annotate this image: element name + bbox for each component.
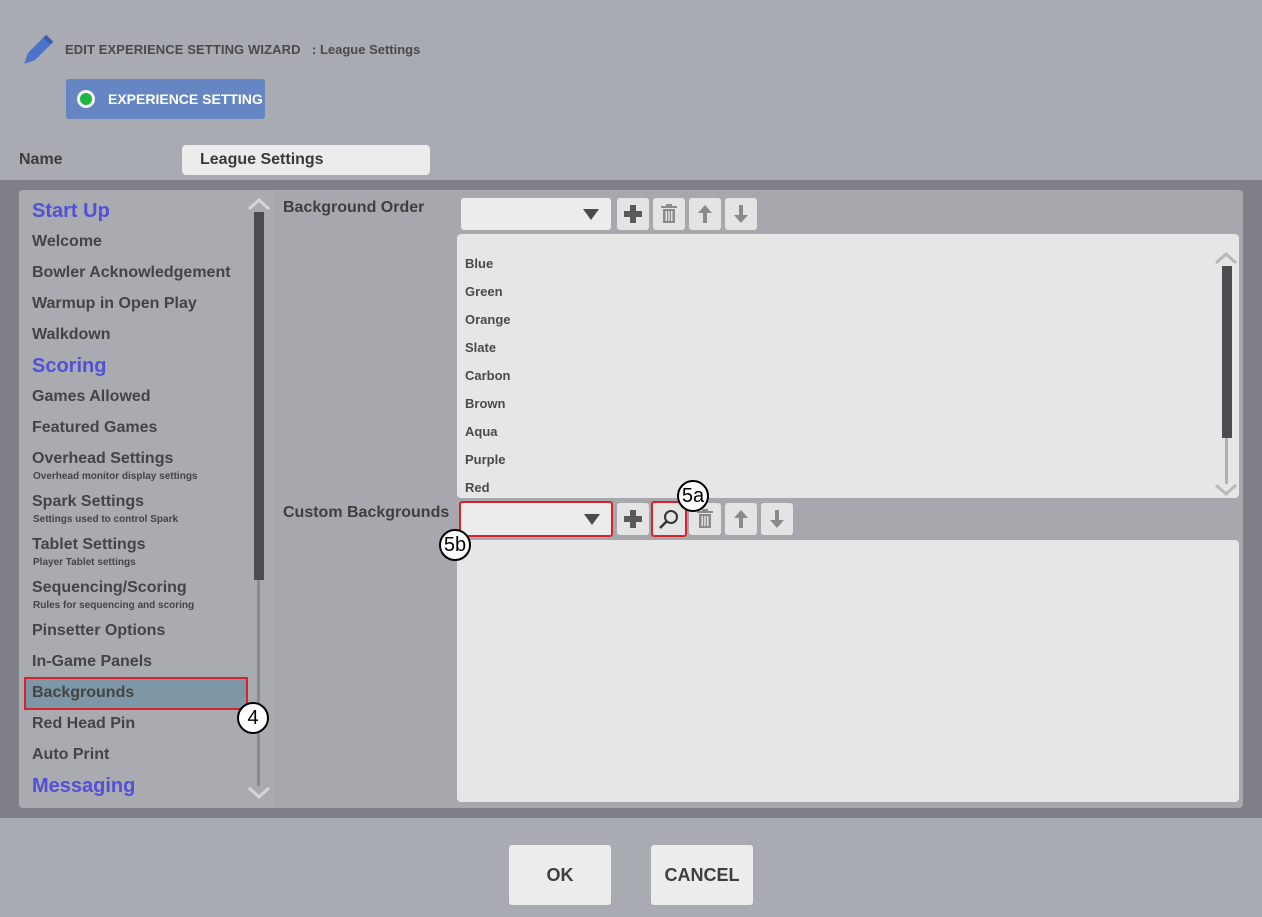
sidebar-item-red-head-pin[interactable]: Red Head Pin — [32, 715, 135, 733]
list-scroll-thumb[interactable] — [1222, 266, 1232, 438]
plus-icon — [624, 510, 642, 528]
custom-move-up-button[interactable] — [725, 503, 757, 535]
list-item[interactable]: Slate — [465, 340, 496, 355]
sidebar-scroll-up-icon[interactable] — [247, 197, 271, 211]
experience-setting-button[interactable]: EXPERIENCE SETTING — [66, 79, 265, 119]
custom-move-down-button[interactable] — [761, 503, 793, 535]
sidebar-item-spark-settings-desc: Settings used to control Spark — [33, 514, 179, 525]
trash-icon — [697, 509, 713, 528]
move-up-button[interactable] — [689, 198, 721, 230]
sidebar-item-featured-games[interactable]: Featured Games — [32, 419, 157, 437]
arrow-up-icon — [698, 205, 712, 223]
sidebar-section-start-up[interactable]: Start Up — [32, 200, 110, 223]
plus-icon — [624, 205, 642, 223]
sidebar-item-auto-print[interactable]: Auto Print — [32, 746, 109, 764]
arrow-up-icon — [734, 510, 748, 528]
sidebar-item-overhead-settings[interactable]: Overhead Settings — [32, 450, 173, 468]
list-item[interactable]: Blue — [465, 256, 493, 271]
list-item[interactable]: Aqua — [465, 424, 498, 439]
name-input[interactable] — [182, 145, 430, 175]
experience-setting-label: EXPERIENCE SETTING — [108, 91, 263, 107]
wizard-subtitle: : League Settings — [312, 42, 421, 57]
sidebar-item-overhead-settings-desc: Overhead monitor display settings — [33, 471, 198, 482]
pencil-icon — [17, 31, 57, 71]
chevron-down-icon — [583, 209, 599, 220]
cancel-button[interactable]: CANCEL — [651, 845, 753, 905]
arrow-down-icon — [734, 205, 748, 223]
arrow-down-icon — [770, 510, 784, 528]
sidebar-item-sequencing-scoring[interactable]: Sequencing/Scoring — [32, 579, 187, 597]
background-order-label: Background Order — [283, 199, 425, 216]
sidebar-item-bowler-acknowledgement[interactable]: Bowler Acknowledgement — [32, 264, 231, 282]
sidebar-item-backgrounds[interactable]: Backgrounds — [32, 684, 134, 702]
sidebar-item-games-allowed[interactable]: Games Allowed — [32, 388, 151, 406]
callout-5a: 5a — [677, 480, 709, 512]
move-down-button[interactable] — [725, 198, 757, 230]
list-item[interactable]: Carbon — [465, 368, 511, 383]
list-item[interactable]: Red — [465, 480, 490, 495]
list-item[interactable]: Brown — [465, 396, 505, 411]
wizard-title: EDIT EXPERIENCE SETTING WIZARD — [65, 42, 301, 57]
sidebar-scroll-thumb[interactable] — [254, 212, 264, 580]
custom-backgrounds-list[interactable] — [457, 540, 1239, 802]
sidebar-item-spark-settings[interactable]: Spark Settings — [32, 493, 144, 511]
status-dot-icon — [77, 90, 95, 108]
sidebar-item-walkdown[interactable]: Walkdown — [32, 326, 111, 344]
search-icon — [659, 510, 678, 529]
sidebar-item-tablet-settings[interactable]: Tablet Settings — [32, 536, 146, 554]
sidebar-section-messaging[interactable]: Messaging — [32, 775, 135, 798]
sidebar-scroll-down-icon[interactable] — [247, 786, 271, 800]
sidebar-item-tablet-settings-desc: Player Tablet settings — [33, 557, 136, 568]
name-label: Name — [19, 151, 63, 168]
ok-button[interactable]: OK — [509, 845, 611, 905]
sidebar-item-sequencing-scoring-desc: Rules for sequencing and scoring — [33, 600, 195, 611]
background-order-dropdown[interactable] — [461, 198, 611, 230]
custom-add-button[interactable] — [617, 503, 649, 535]
chevron-down-icon — [584, 514, 600, 525]
callout-5b: 5b — [439, 529, 471, 561]
sidebar-item-in-game-panels[interactable]: In-Game Panels — [32, 653, 152, 671]
sidebar-section-scoring[interactable]: Scoring — [32, 355, 106, 378]
trash-icon — [661, 204, 677, 223]
add-button[interactable] — [617, 198, 649, 230]
sidebar-item-pinsetter-options[interactable]: Pinsetter Options — [32, 622, 165, 640]
list-scroll-down-icon[interactable] — [1214, 483, 1238, 497]
list-item[interactable]: Orange — [465, 312, 511, 327]
callout-4: 4 — [237, 702, 269, 734]
sidebar-item-warmup[interactable]: Warmup in Open Play — [32, 295, 197, 313]
custom-backgrounds-label: Custom Backgrounds — [283, 504, 450, 521]
list-item[interactable]: Purple — [465, 452, 505, 467]
background-order-list[interactable]: Blue Green Orange Slate Carbon Brown Aqu… — [457, 234, 1239, 498]
delete-button[interactable] — [653, 198, 685, 230]
custom-backgrounds-dropdown[interactable] — [459, 501, 613, 537]
list-scroll-up-icon[interactable] — [1214, 251, 1238, 265]
list-item[interactable]: Green — [465, 284, 503, 299]
sidebar-item-welcome[interactable]: Welcome — [32, 233, 102, 251]
